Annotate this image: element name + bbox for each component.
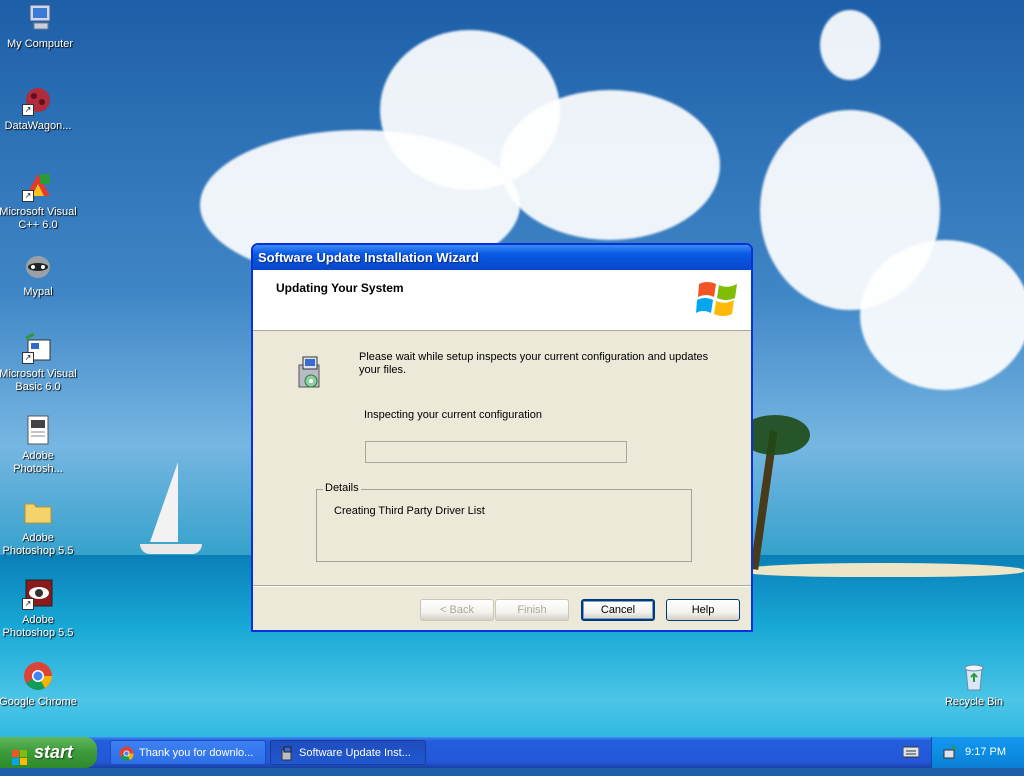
desktop-icon-label: Google Chrome bbox=[0, 696, 77, 708]
shortcut-arrow-icon: ↗ bbox=[22, 104, 34, 116]
window-title: Software Update Installation Wizard bbox=[258, 250, 479, 265]
taskbar-item-label: Software Update Inst... bbox=[299, 747, 411, 759]
sailboat-hull bbox=[140, 544, 202, 554]
windows-flag-icon bbox=[12, 745, 28, 765]
cancel-button[interactable]: Cancel bbox=[581, 599, 655, 621]
installer-icon bbox=[291, 355, 327, 391]
desktop-icon-label: Mypal bbox=[23, 286, 53, 298]
cloud bbox=[500, 90, 720, 240]
visual-cpp-icon: ↗ bbox=[22, 170, 54, 202]
details-groupbox: Details Creating Third Party Driver List bbox=[316, 482, 692, 562]
desktop-icon-datawagon[interactable]: ↗ DataWagon... bbox=[0, 84, 78, 133]
keyboard-icon[interactable] bbox=[902, 746, 920, 758]
desktop-icon-label: DataWagon... bbox=[4, 120, 72, 132]
chrome-icon bbox=[119, 746, 134, 761]
desktop-icon-photoshop-folder[interactable]: Adobe Photoshop 5.5 bbox=[0, 496, 78, 558]
start-button[interactable]: start bbox=[0, 737, 97, 768]
details-label: Details bbox=[323, 482, 361, 494]
chrome-icon bbox=[22, 660, 54, 692]
visual-basic-icon: ↗ bbox=[22, 332, 54, 364]
wizard-step-title: Updating Your System bbox=[276, 281, 404, 295]
details-text: Creating Third Party Driver List bbox=[334, 505, 485, 517]
button-separator bbox=[253, 585, 751, 587]
wizard-message: Please wait while setup inspects your cu… bbox=[359, 351, 709, 376]
shortcut-arrow-icon: ↗ bbox=[22, 352, 34, 364]
cloud bbox=[860, 240, 1024, 390]
windows-logo-icon bbox=[695, 276, 741, 322]
status-text: Inspecting your current configuration bbox=[364, 409, 542, 421]
desktop-icon-recycle-bin[interactable]: Recycle Bin bbox=[934, 660, 1014, 709]
folder-icon bbox=[22, 496, 54, 528]
taskbar-item-installer[interactable]: Software Update Inst... bbox=[270, 740, 426, 765]
desktop-icon-label: Microsoft Visual C++ 6.0 bbox=[0, 206, 77, 231]
help-button[interactable]: Help bbox=[666, 599, 740, 621]
start-label: start bbox=[34, 742, 74, 762]
datawagon-icon: ↗ bbox=[22, 84, 54, 116]
desktop-icon-my-computer[interactable]: My Computer bbox=[0, 2, 80, 51]
desktop-icon-google-chrome[interactable]: Google Chrome bbox=[0, 660, 78, 709]
desktop-icon-photoshop-doc[interactable]: Adobe Photosh... bbox=[0, 414, 78, 476]
finish-button[interactable]: Finish bbox=[495, 599, 569, 621]
desktop-icon-label: Adobe Photoshop 5.5 bbox=[2, 532, 74, 557]
photoshop-eye-icon: ↗ bbox=[22, 578, 54, 610]
back-button[interactable]: < Back bbox=[420, 599, 494, 621]
window-titlebar[interactable]: Software Update Installation Wizard bbox=[253, 245, 751, 270]
desktop-icon-label: Recycle Bin bbox=[944, 696, 1004, 708]
recycle-bin-icon bbox=[958, 660, 990, 692]
shortcut-arrow-icon: ↗ bbox=[22, 190, 34, 202]
desktop-icon-label: Adobe Photoshop 5.5 bbox=[2, 614, 74, 639]
desktop-icon-visual-cpp[interactable]: ↗ Microsoft Visual C++ 6.0 bbox=[0, 170, 78, 232]
desktop-icon-visual-basic[interactable]: ↗ Microsoft Visual Basic 6.0 bbox=[0, 332, 78, 394]
desktop-icon-label: My Computer bbox=[6, 38, 74, 50]
taskbar: start Thank you for downlo... Software U… bbox=[0, 737, 1024, 768]
mypal-icon bbox=[22, 250, 54, 282]
desktop-icon-photoshop-app[interactable]: ↗ Adobe Photoshop 5.5 bbox=[0, 578, 78, 640]
progress-bar bbox=[365, 441, 627, 463]
taskbar-item-label: Thank you for downlo... bbox=[139, 747, 254, 759]
sailboat-sail bbox=[150, 462, 178, 542]
shortcut-arrow-icon: ↗ bbox=[22, 598, 34, 610]
desktop-icon-label: Microsoft Visual Basic 6.0 bbox=[0, 368, 77, 393]
document-icon bbox=[22, 414, 54, 446]
desktop-icon-label: Adobe Photosh... bbox=[13, 450, 63, 475]
installer-icon bbox=[279, 746, 294, 761]
computer-icon bbox=[24, 2, 56, 34]
taskbar-clock[interactable]: 9:17 PM bbox=[965, 746, 1006, 758]
desktop-icon-mypal[interactable]: Mypal bbox=[0, 250, 78, 299]
cloud bbox=[820, 10, 880, 80]
sand-island bbox=[740, 563, 1024, 577]
network-icon[interactable] bbox=[942, 744, 958, 763]
system-tray: 9:17 PM bbox=[931, 737, 1024, 768]
installer-window: Software Update Installation Wizard Upda… bbox=[251, 243, 753, 632]
taskbar-item-chrome[interactable]: Thank you for downlo... bbox=[110, 740, 266, 765]
wizard-header: Updating Your System bbox=[253, 270, 751, 331]
